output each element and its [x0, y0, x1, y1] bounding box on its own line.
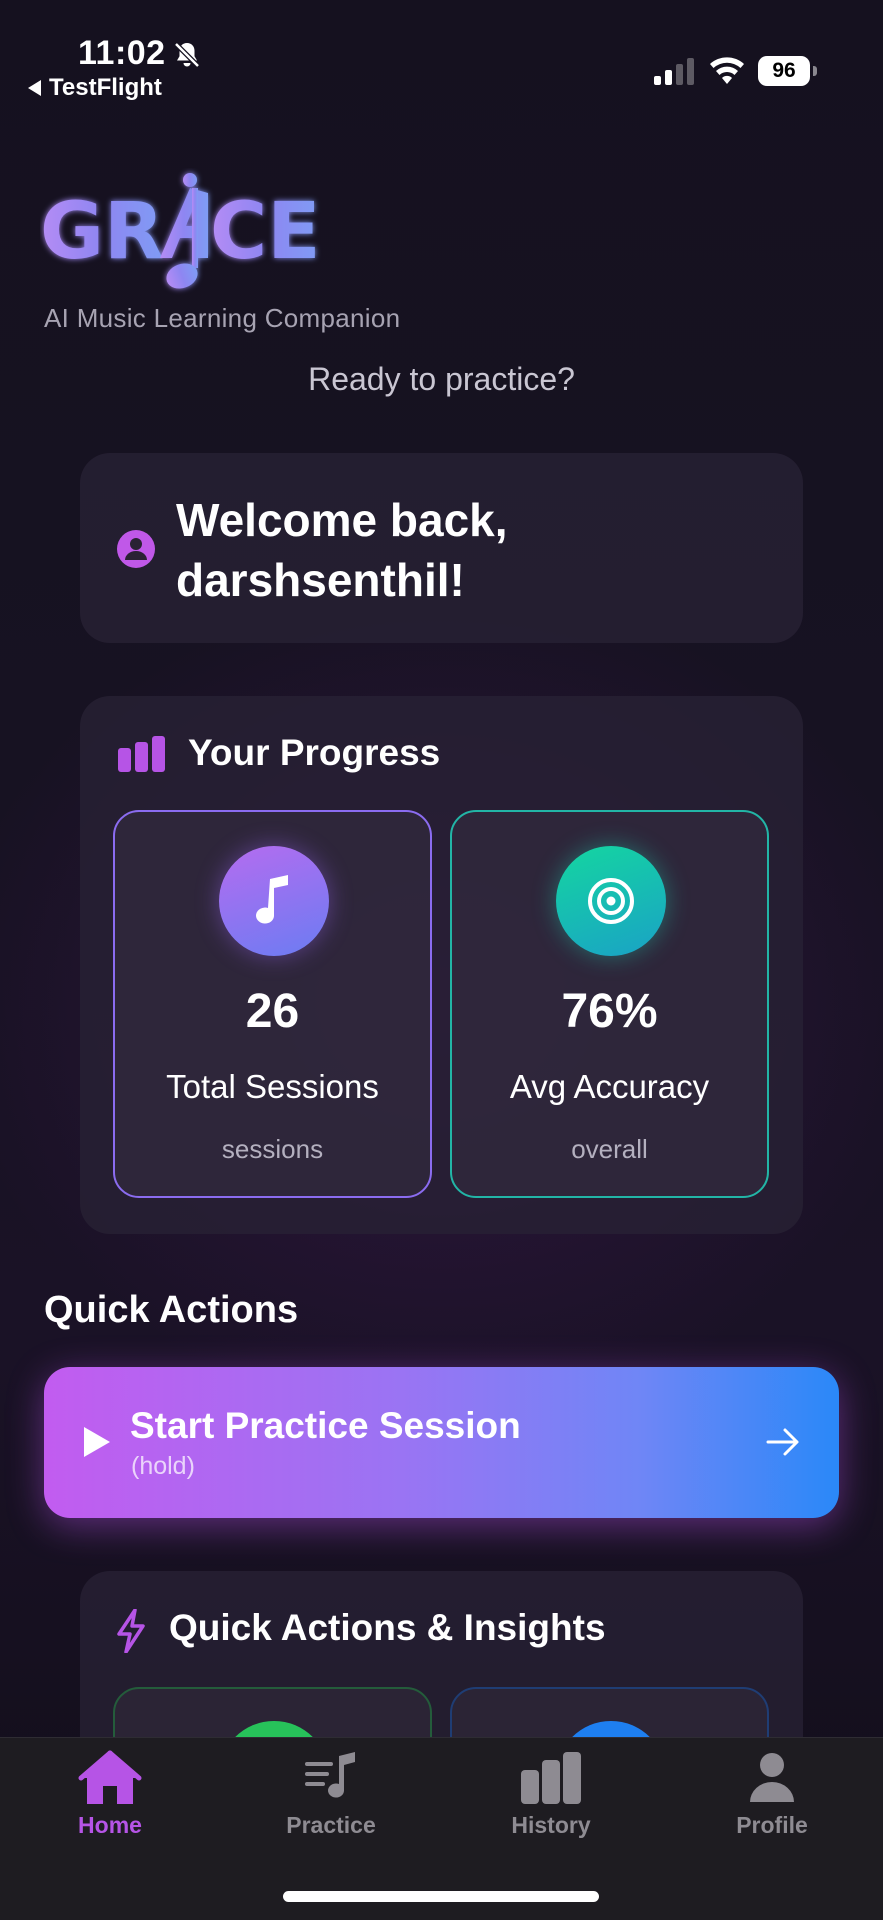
battery-level: 96	[758, 56, 810, 86]
stat-accuracy-badge	[556, 846, 666, 956]
tab-history-label: History	[511, 1812, 591, 1838]
user-circle-icon	[117, 530, 155, 568]
brand-tagline: AI Music Learning Companion	[44, 303, 401, 333]
stat-sessions-badge	[219, 846, 329, 956]
app-screen: 11:02 TestFlight 96 GR CE AI Music Learn…	[0, 0, 883, 1920]
history-chart-icon	[521, 1752, 581, 1804]
stat-total-sessions[interactable]: 26 Total Sessions sessions	[113, 810, 432, 1198]
insights-title: Quick Actions & Insights	[169, 1607, 606, 1648]
tab-practice[interactable]: Practice	[251, 1750, 411, 1839]
target-icon	[588, 878, 634, 924]
start-practice-hint: (hold)	[131, 1452, 195, 1480]
profile-icon	[750, 1753, 794, 1802]
battery-tip	[813, 66, 817, 76]
start-practice-label: Start Practice Session	[130, 1405, 521, 1446]
tab-history[interactable]: History	[471, 1750, 631, 1839]
battery-indicator: 96	[758, 56, 817, 86]
play-icon	[84, 1427, 110, 1457]
wifi-icon	[710, 57, 744, 84]
back-to-testflight[interactable]: TestFlight	[28, 74, 162, 102]
stat-sessions-sub: sessions	[221, 1134, 324, 1164]
svg-text:GR: GR	[40, 187, 164, 277]
tab-profile[interactable]: Profile	[692, 1750, 852, 1839]
status-time: 11:02	[78, 34, 166, 72]
bar-chart-icon	[118, 736, 165, 772]
welcome-card: Welcome back, darshsenthil!	[80, 453, 803, 643]
home-indicator[interactable]	[283, 1891, 599, 1902]
stat-sessions-value: 26	[245, 985, 300, 1038]
tab-home-label: Home	[78, 1812, 142, 1838]
welcome-message: Welcome back, darshsenthil!	[176, 494, 508, 606]
stat-accuracy-sub: overall	[571, 1134, 648, 1164]
page-subtitle: Ready to practice?	[308, 361, 575, 397]
practice-icon	[305, 1752, 355, 1798]
tab-profile-label: Profile	[736, 1812, 808, 1838]
arrow-right-icon	[766, 1428, 799, 1456]
tab-practice-label: Practice	[286, 1812, 376, 1838]
progress-card: Your Progress 26 Total Sessions sessions…	[80, 696, 803, 1234]
stat-accuracy-label: Avg Accuracy	[509, 1068, 710, 1105]
stat-avg-accuracy[interactable]: 76% Avg Accuracy overall	[450, 810, 769, 1198]
stat-sessions-label: Total Sessions	[166, 1068, 379, 1105]
home-icon	[78, 1750, 142, 1804]
quick-actions-heading: Quick Actions	[44, 1289, 299, 1331]
back-app-label: TestFlight	[49, 74, 162, 101]
music-note-icon	[256, 875, 288, 924]
signal-icon	[654, 58, 694, 85]
graice-logo: GR CE	[40, 173, 321, 289]
tab-home[interactable]: Home	[30, 1750, 190, 1839]
lightning-bolt-icon	[117, 1609, 145, 1653]
stat-accuracy-value: 76%	[561, 985, 658, 1038]
bell-slash-icon	[174, 42, 200, 68]
svg-text:CE: CE	[210, 187, 321, 277]
start-practice-button[interactable]: Start Practice Session (hold)	[44, 1367, 839, 1518]
progress-title: Your Progress	[188, 732, 441, 773]
back-triangle-icon	[28, 80, 41, 96]
